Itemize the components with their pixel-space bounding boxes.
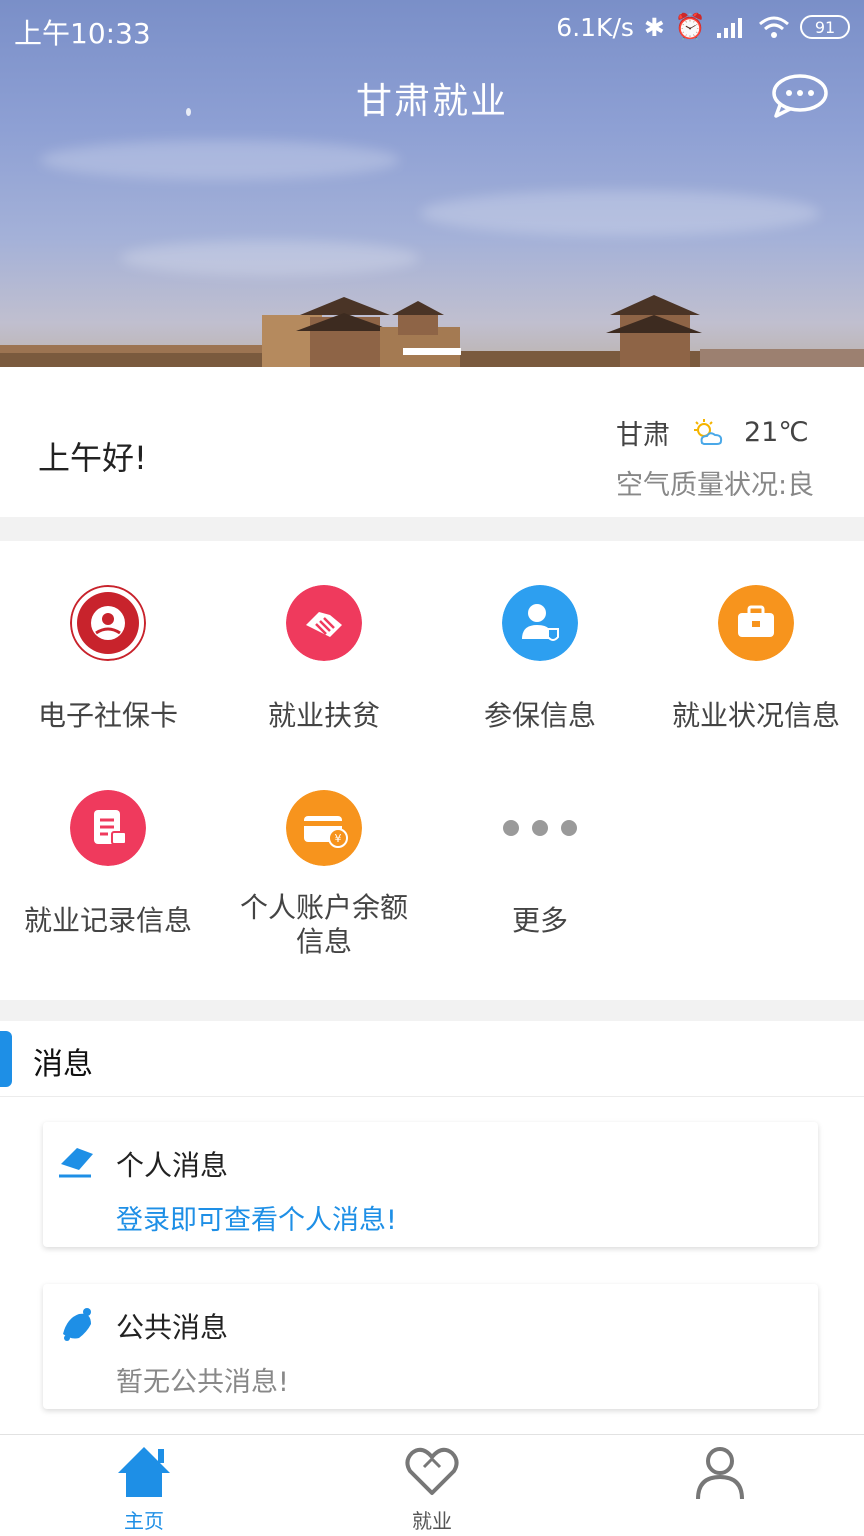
section-accent-bar: [0, 1031, 12, 1087]
service-label: 参保信息: [483, 699, 596, 732]
user-shield-icon: [502, 585, 578, 661]
network-speed: 6.1K/s: [556, 12, 634, 42]
hero-banner[interactable]: 上午10:33 6.1K/s ✱ ⏰ 91 甘肃就业: [0, 0, 864, 367]
temperature: 21℃: [744, 417, 809, 448]
service-more[interactable]: 更多: [432, 746, 648, 946]
clipboard-icon: [70, 790, 146, 866]
yuan-card-icon: ¥: [286, 790, 362, 866]
public-message-text: 暂无公共消息!: [116, 1367, 289, 1398]
personal-message-title: 个人消息: [116, 1149, 229, 1182]
personal-message-card[interactable]: 个人消息 登录即可查看个人消息!: [43, 1122, 818, 1247]
service-employment-records[interactable]: 就业记录信息: [0, 746, 216, 946]
wifi-icon: [759, 16, 789, 38]
tab-home-label: 主页: [124, 1509, 164, 1533]
tab-employment[interactable]: 就业: [288, 1435, 576, 1536]
tag-icon: [59, 1148, 93, 1178]
service-account-balance[interactable]: ¥ 个人账户余额 信息: [216, 746, 432, 958]
service-social-security-card[interactable]: 电子社保卡: [0, 541, 216, 741]
svg-text:¥: ¥: [335, 832, 342, 845]
public-message-card[interactable]: 公共消息 暂无公共消息!: [43, 1284, 818, 1409]
service-label: 就业记录信息: [23, 904, 192, 937]
status-bar: 上午10:33 6.1K/s ✱ ⏰ 91: [0, 0, 864, 60]
greeting-panel: 上午好! 甘肃 21℃ 空气质量状况:良: [0, 367, 864, 517]
service-label: 就业扶贫: [267, 699, 380, 732]
messages-title: 消息: [33, 1047, 93, 1082]
service-insurance-info[interactable]: 参保信息: [432, 541, 648, 741]
service-poverty-employment[interactable]: 就业扶贫: [216, 541, 432, 741]
service-label: 个人账户余额 信息: [239, 891, 408, 958]
partly-cloudy-icon: [694, 418, 723, 445]
heart-icon: [405, 1447, 459, 1495]
alarm-icon: ⏰: [674, 12, 706, 41]
messages-section: 消息 个人消息 登录即可查看个人消息! 公共消息 暂无公共消息!: [0, 1021, 864, 1434]
chat-message-icon[interactable]: [770, 72, 830, 120]
carousel-indicator[interactable]: [403, 348, 461, 355]
service-grid: 电子社保卡 就业扶贫 参保信息 就业状况信息 就业记录信息 ¥ 个人账户余额 信…: [0, 541, 864, 1000]
page-title: 甘肃就业: [355, 81, 508, 122]
more-dots-icon: [503, 820, 577, 836]
bottom-nav: 主页 就业: [0, 1434, 864, 1536]
city-name: 甘肃: [616, 420, 670, 451]
social-security-card-icon: [70, 585, 146, 661]
tab-employment-label: 就业: [412, 1509, 452, 1533]
battery-indicator: 91: [800, 15, 850, 39]
bluetooth-icon: ✱: [643, 12, 665, 42]
home-icon: [118, 1447, 170, 1497]
public-message-title: 公共消息: [116, 1311, 229, 1344]
tab-profile[interactable]: [576, 1435, 864, 1536]
service-label: 就业状况信息: [671, 699, 840, 732]
tab-home[interactable]: 主页: [0, 1435, 288, 1536]
air-quality: 空气质量状况:良: [616, 470, 815, 501]
messages-header: 消息: [0, 1021, 864, 1097]
service-label: 更多: [511, 904, 568, 937]
status-time: 上午10:33: [14, 17, 151, 50]
castle-silhouette: [0, 295, 864, 367]
signal-icon: [717, 18, 742, 38]
handshake-icon: [286, 585, 362, 661]
service-label: 电子社保卡: [37, 699, 178, 732]
personal-message-login-link[interactable]: 登录即可查看个人消息!: [116, 1198, 397, 1237]
greeting-text: 上午好!: [38, 439, 147, 477]
briefcase-icon: [718, 585, 794, 661]
user-icon: [696, 1447, 744, 1500]
service-employment-status[interactable]: 就业状况信息: [648, 541, 864, 741]
bell-icon: [63, 1308, 91, 1341]
weather-info: 甘肃 21℃: [616, 413, 809, 452]
